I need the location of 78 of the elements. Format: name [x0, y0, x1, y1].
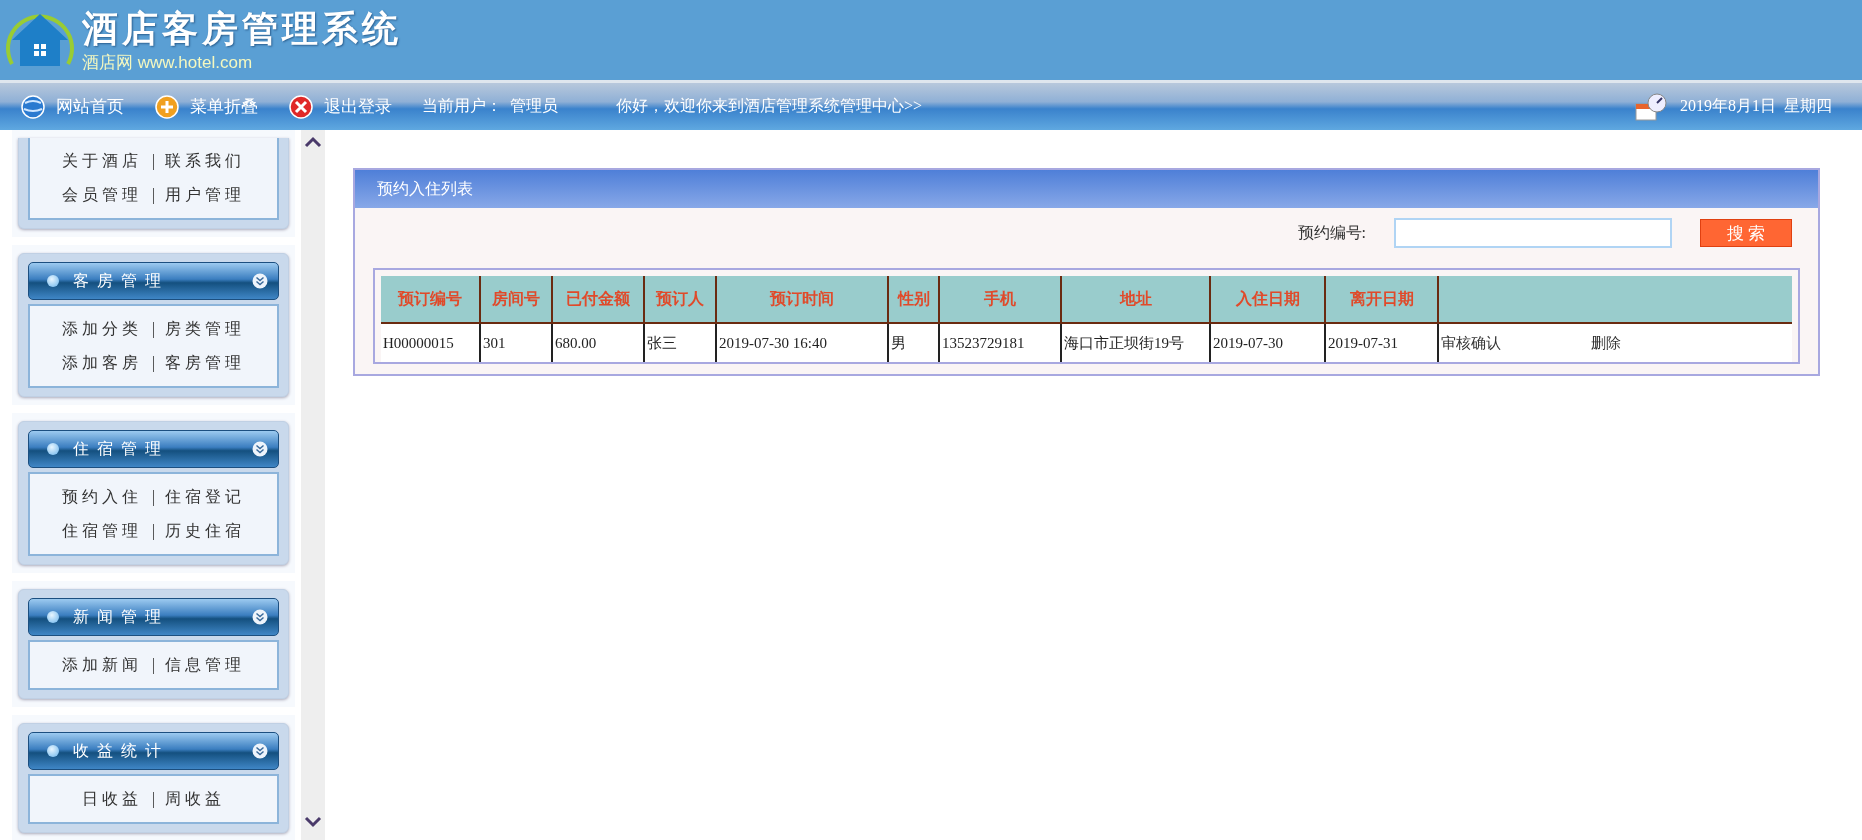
scroll-down-icon[interactable] [304, 816, 322, 828]
action-link[interactable]: 删除 [1591, 334, 1621, 351]
menu-link[interactable]: 联系我们 [165, 150, 246, 172]
welcome-text: 你好，欢迎你来到酒店管理系统管理中心>> [616, 96, 923, 116]
menu-link[interactable]: 客房管理 [165, 352, 246, 374]
menu-link[interactable]: 历史住宿 [165, 520, 246, 542]
bullet-icon [47, 745, 59, 757]
chevron-down-icon [252, 609, 268, 625]
menu-link[interactable]: 会员管理 [61, 184, 142, 206]
menu-link[interactable]: 周收益 [165, 788, 226, 810]
menu-group-header[interactable]: 客房管理 [28, 262, 279, 300]
column-header: 离开日期 [1325, 276, 1438, 323]
current-user-name: 管理员 [510, 96, 558, 116]
menu-link[interactable]: 信息管理 [165, 654, 246, 676]
menu-group-title: 客房管理 [73, 270, 170, 291]
table-cell: 13523729181 [939, 323, 1061, 362]
action-link[interactable]: 审核确认 [1441, 334, 1501, 351]
separator-text: | [151, 488, 156, 506]
scroll-up-icon[interactable] [304, 136, 322, 148]
calendar-clock-icon [1634, 91, 1668, 122]
menu-link[interactable]: 添加新闻 [61, 654, 142, 676]
chevron-down-icon [252, 441, 268, 457]
separator-text: | [151, 354, 156, 372]
menu-link[interactable]: 添加分类 [61, 318, 142, 340]
column-header: 预订时间 [716, 276, 888, 323]
table-cell: 男 [888, 323, 939, 362]
table-cell: H00000015 [381, 323, 480, 362]
search-field[interactable] [1394, 218, 1672, 248]
site-title: 酒店客房管理系统 [82, 6, 402, 51]
menu-link[interactable]: 用户管理 [165, 184, 246, 206]
menu-group-header[interactable]: 新闻管理 [28, 598, 279, 636]
menu-link[interactable]: 添加客房 [61, 352, 142, 374]
separator-text: | [151, 656, 156, 674]
column-header: 预订编号 [381, 276, 480, 323]
separator-text: | [151, 320, 156, 338]
site-subtitle: 酒店网 www.hotel.com [82, 51, 254, 74]
bullet-icon [47, 443, 59, 455]
chevron-down-icon [252, 273, 268, 289]
separator-text: | [151, 152, 156, 170]
menu-link[interactable]: 住宿登记 [165, 486, 246, 508]
search-label: 预约编号: [1297, 222, 1366, 243]
table-cell: 301 [480, 323, 552, 362]
menu-link[interactable]: 房类管理 [165, 318, 246, 340]
column-header: 房间号 [480, 276, 552, 323]
menu-group-title: 住宿管理 [73, 438, 170, 459]
menu-group-title: 收益统计 [73, 740, 170, 761]
column-header: 地址 [1061, 276, 1210, 323]
table-cell: 2019-07-30 16:40 [716, 323, 888, 362]
column-header: 已付金额 [552, 276, 644, 323]
table-cell: 张三 [644, 323, 716, 362]
column-header: 入住日期 [1210, 276, 1325, 323]
menu-group-title: 新闻管理 [73, 606, 170, 627]
column-header: 性别 [888, 276, 939, 323]
bullet-icon [47, 611, 59, 623]
close-icon [288, 93, 314, 120]
separator-text: | [151, 790, 156, 808]
separator-text: | [151, 186, 156, 204]
panel-title: 预约入住列表 [355, 170, 1818, 208]
table-cell: 2019-07-30 [1210, 323, 1325, 362]
separator-text: | [151, 522, 156, 540]
menu-group-header[interactable]: 收益统计 [28, 732, 279, 770]
column-header: 预订人 [644, 276, 716, 323]
table-cell: 海口市正坝街19号 [1061, 323, 1210, 362]
menu-link[interactable]: 预约入住 [61, 486, 142, 508]
bullet-icon [47, 275, 59, 287]
table-cell: 2019-07-31 [1325, 323, 1438, 362]
plus-circle-icon [154, 93, 180, 120]
menu-group-header[interactable]: 住宿管理 [28, 430, 279, 468]
menu-link[interactable]: 住宿管理 [61, 520, 142, 542]
menu-link[interactable]: 日收益 [81, 788, 142, 810]
nav-link[interactable]: 退出登录 [288, 93, 392, 120]
current-user-label: 当前用户： [422, 96, 502, 116]
globe-icon [20, 93, 46, 120]
column-header: 手机 [939, 276, 1061, 323]
menu-link[interactable]: 关于酒店 [61, 150, 142, 172]
table-cell: 680.00 [552, 323, 644, 362]
date-text: 2019年8月1日 星期四 [1680, 96, 1832, 116]
chevron-down-icon [252, 743, 268, 759]
